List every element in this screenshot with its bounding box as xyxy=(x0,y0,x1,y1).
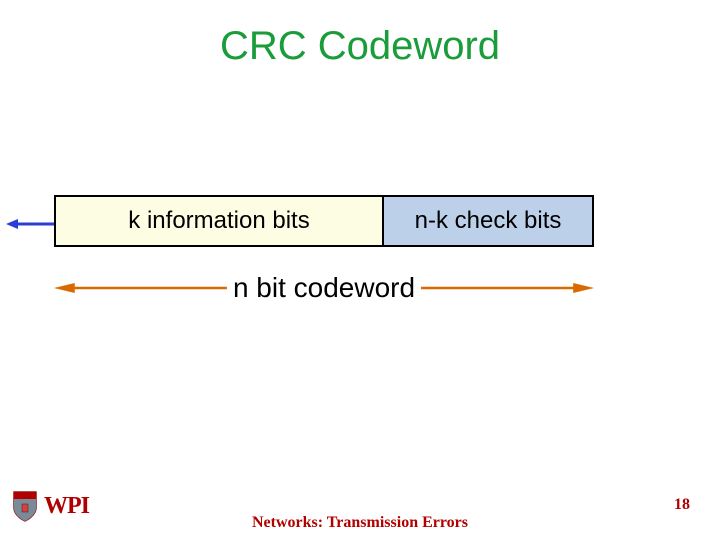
slide-title: CRC Codeword xyxy=(0,24,720,69)
codeword-blocks: k information bits n-k check bits xyxy=(54,195,594,247)
info-bits-label: k information bits xyxy=(128,207,309,235)
footer-title: Networks: Transmission Errors xyxy=(0,514,720,532)
check-bits-label: n-k check bits xyxy=(415,207,562,235)
info-bits-block: k information bits xyxy=(54,195,384,247)
check-bits-block: n-k check bits xyxy=(384,195,594,247)
slide: CRC Codeword k information bits n-k chec… xyxy=(0,0,720,540)
page-number: 18 xyxy=(674,496,690,514)
arrow-span-left-icon xyxy=(54,281,227,295)
arrow-span-right-icon xyxy=(421,281,594,295)
codeword-span-row: n bit codeword xyxy=(54,272,594,304)
codeword-label: n bit codeword xyxy=(227,272,421,304)
arrow-left-icon xyxy=(6,218,56,230)
